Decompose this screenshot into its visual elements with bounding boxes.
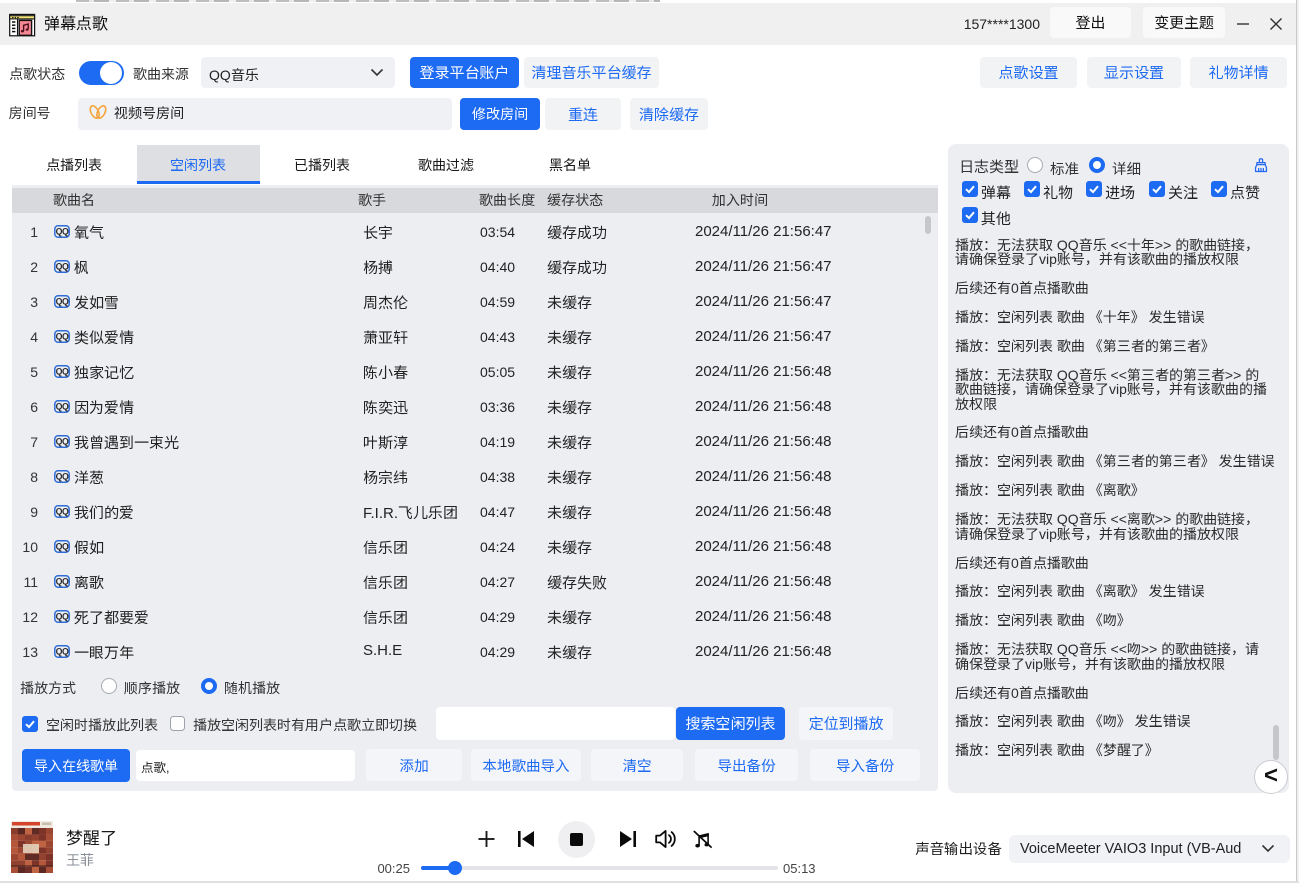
svg-text:QQ: QQ — [56, 297, 69, 307]
svg-text:QQ: QQ — [56, 262, 69, 272]
svg-text:QQ: QQ — [56, 402, 69, 412]
svg-text:QQ: QQ — [56, 332, 69, 342]
svg-text:QQ: QQ — [56, 367, 69, 377]
svg-text:QQ: QQ — [56, 542, 69, 552]
svg-text:QQ: QQ — [56, 437, 69, 447]
svg-text:QQ: QQ — [56, 227, 69, 237]
svg-text:QQ: QQ — [56, 612, 69, 622]
svg-text:QQ: QQ — [56, 507, 69, 517]
svg-text:QQ: QQ — [56, 647, 69, 657]
svg-text:QQ: QQ — [56, 472, 69, 482]
svg-text:QQ: QQ — [56, 577, 69, 587]
